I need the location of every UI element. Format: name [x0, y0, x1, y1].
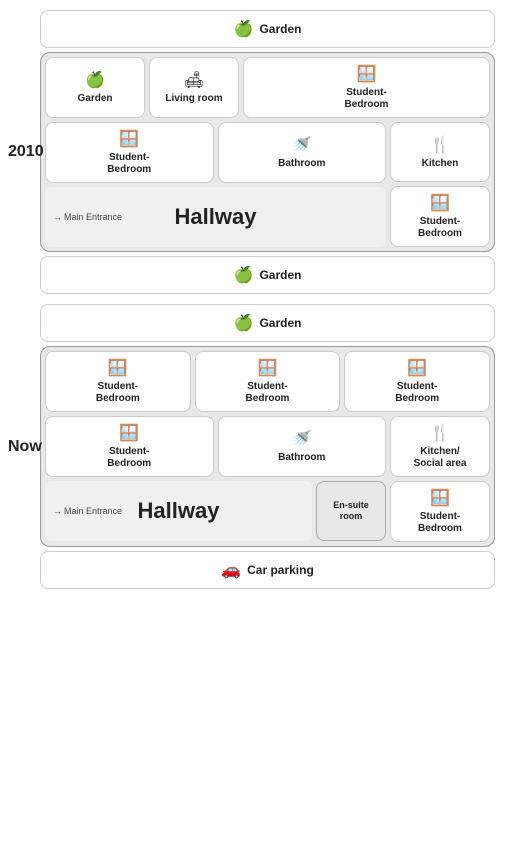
garden-top-now-label: Garden: [259, 316, 301, 330]
room-ensuite: En-suiteroom: [316, 481, 386, 541]
student-bedroom-left-label: Student-Bedroom: [107, 152, 151, 176]
sb3-label: Student-Bedroom: [395, 381, 439, 405]
sb2-label: Student-Bedroom: [246, 381, 290, 405]
kitchen-2010-icon: 🍴: [430, 135, 450, 155]
page: 2010 🍏 Garden 🍏 Garden: [0, 0, 505, 599]
left-main-2010: 🪟 Student-Bedroom 🚿 Bathroom: [45, 122, 386, 247]
garden-bottom-2010: 🍏 Garden: [40, 256, 495, 294]
student-bedroom-tr-icon: 🪟: [357, 64, 377, 84]
section-2010: 2010 🍏 Garden 🍏 Garden: [40, 10, 495, 294]
sb1-icon: 🪟: [108, 358, 128, 378]
right-col-now: 🍴 Kitchen/Social area 🪟 Student-Bedroom: [390, 416, 490, 542]
room-student-bedroom-br-now: 🪟 Student-Bedroom: [390, 481, 490, 542]
room-student-bedroom-1: 🪟 Student-Bedroom: [45, 351, 191, 412]
room-kitchen-2010: 🍴 Kitchen: [390, 122, 490, 182]
room-garden-left: 🍏 Garden: [45, 57, 145, 118]
entrance-2010: → Main Entrance: [53, 212, 122, 222]
section-now: Now 🍏 Garden 🪟 Student-Bedroom: [40, 304, 495, 589]
hallway-label-2010: Hallway: [175, 204, 257, 230]
mid-section-2010: 🪟 Student-Bedroom 🚿 Bathroom: [45, 122, 490, 247]
room-student-bedroom-2: 🪟 Student-Bedroom: [195, 351, 341, 412]
room-student-bedroom-tr: 🪟 Student-Bedroom: [243, 57, 490, 118]
hallway-row-now: → Main Entrance Hallway En-suiteroom: [45, 481, 386, 541]
room-student-bedroom-br: 🪟 Student-Bedroom: [390, 186, 490, 247]
building-now: 🪟 Student-Bedroom 🪟 Student-Bedroom 🪟 St…: [40, 346, 495, 547]
floorplan-2010: 🍏 Garden 🍏 Garden 🛋: [40, 10, 495, 294]
room-student-bedroom-left: 🪟 Student-Bedroom: [45, 122, 214, 183]
entrance-now: → Main Entrance: [53, 506, 122, 516]
bathroom-now-icon: 🚿: [292, 429, 312, 449]
student-bedroom-left-icon: 🪟: [119, 129, 139, 149]
garden-top-icon: 🍏: [234, 19, 254, 39]
arrow-icon: →: [53, 212, 62, 222]
garden-left-icon: 🍏: [85, 70, 105, 90]
hallway-label-now: Hallway: [138, 498, 220, 524]
student-bedroom-br-label: Student-Bedroom: [418, 216, 462, 240]
living-room-icon: 🛋: [184, 70, 204, 90]
room-bathroom-2010: 🚿 Bathroom: [218, 122, 387, 183]
top-row-2010: 🍏 Garden 🛋 Living room 🪟 Student-Bedroom: [45, 57, 490, 118]
sbbr-icon: 🪟: [430, 488, 450, 508]
garden-top-now: 🍏 Garden: [40, 304, 495, 342]
room-bathroom-now: 🚿 Bathroom: [218, 416, 387, 477]
car-parking-icon: 🚗: [221, 560, 241, 580]
left-main-now: 🪟 Student-Bedroom 🚿 Bathroom: [45, 416, 386, 542]
arrow-icon-now: →: [53, 506, 62, 516]
bathroom-2010-icon: 🚿: [292, 135, 312, 155]
sb1-label: Student-Bedroom: [96, 381, 140, 405]
mid-row-now: 🪟 Student-Bedroom 🚿 Bathroom: [45, 416, 386, 477]
hallway-now: → Main Entrance Hallway: [45, 481, 312, 541]
mid-row-2010: 🪟 Student-Bedroom 🚿 Bathroom: [45, 122, 386, 183]
sbbr-label: Student-Bedroom: [418, 511, 462, 535]
kitchen-2010-label: Kitchen: [422, 158, 459, 170]
floorplan-now: 🍏 Garden 🪟 Student-Bedroom 🪟 Student-Bed: [40, 304, 495, 589]
room-kitchen-now: 🍴 Kitchen/Social area: [390, 416, 490, 477]
kitchen-now-icon: 🍴: [430, 423, 450, 443]
hallway-2010: → Main Entrance Hallway: [45, 187, 386, 247]
mid-section-now: 🪟 Student-Bedroom 🚿 Bathroom: [45, 416, 490, 542]
top-row-now: 🪟 Student-Bedroom 🪟 Student-Bedroom 🪟 St…: [45, 351, 490, 412]
garden-left-label: Garden: [77, 93, 112, 105]
student-bedroom-br-icon: 🪟: [430, 193, 450, 213]
room-student-bedroom-4: 🪟 Student-Bedroom: [45, 416, 214, 477]
bathroom-2010-label: Bathroom: [278, 158, 325, 170]
room-student-bedroom-3: 🪟 Student-Bedroom: [344, 351, 490, 412]
garden-top-now-icon: 🍏: [234, 313, 254, 333]
kitchen-now-label: Kitchen/Social area: [414, 446, 467, 470]
student-bedroom-tr-label: Student-Bedroom: [345, 87, 389, 111]
ensuite-label: En-suiteroom: [333, 500, 369, 522]
section-label-now: Now: [8, 438, 42, 456]
garden-top-2010: 🍏 Garden: [40, 10, 495, 48]
car-parking-bar: 🚗 Car parking: [40, 551, 495, 589]
hallway-row-2010: → Main Entrance Hallway: [45, 187, 386, 247]
building-2010: 🍏 Garden 🛋 Living room 🪟 Student-Bedroom: [40, 52, 495, 252]
garden-bottom-label-2010: Garden: [259, 268, 301, 282]
garden-bottom-icon-2010: 🍏: [234, 265, 254, 285]
car-parking-label: Car parking: [247, 563, 314, 577]
bathroom-now-label: Bathroom: [278, 452, 325, 464]
right-col-2010: 🍴 Kitchen 🪟 Student-Bedroom: [390, 122, 490, 247]
section-label-2010: 2010: [8, 143, 44, 161]
sb3-icon: 🪟: [407, 358, 427, 378]
sb2-icon: 🪟: [258, 358, 278, 378]
living-room-label: Living room: [165, 93, 222, 105]
building-inner-now: 🪟 Student-Bedroom 🪟 Student-Bedroom 🪟 St…: [45, 351, 490, 542]
room-living-room: 🛋 Living room: [149, 57, 239, 118]
sb4-label: Student-Bedroom: [107, 446, 151, 470]
sb4-icon: 🪟: [119, 423, 139, 443]
building-inner-2010: 🍏 Garden 🛋 Living room 🪟 Student-Bedroom: [45, 57, 490, 247]
garden-top-label: Garden: [259, 22, 301, 36]
